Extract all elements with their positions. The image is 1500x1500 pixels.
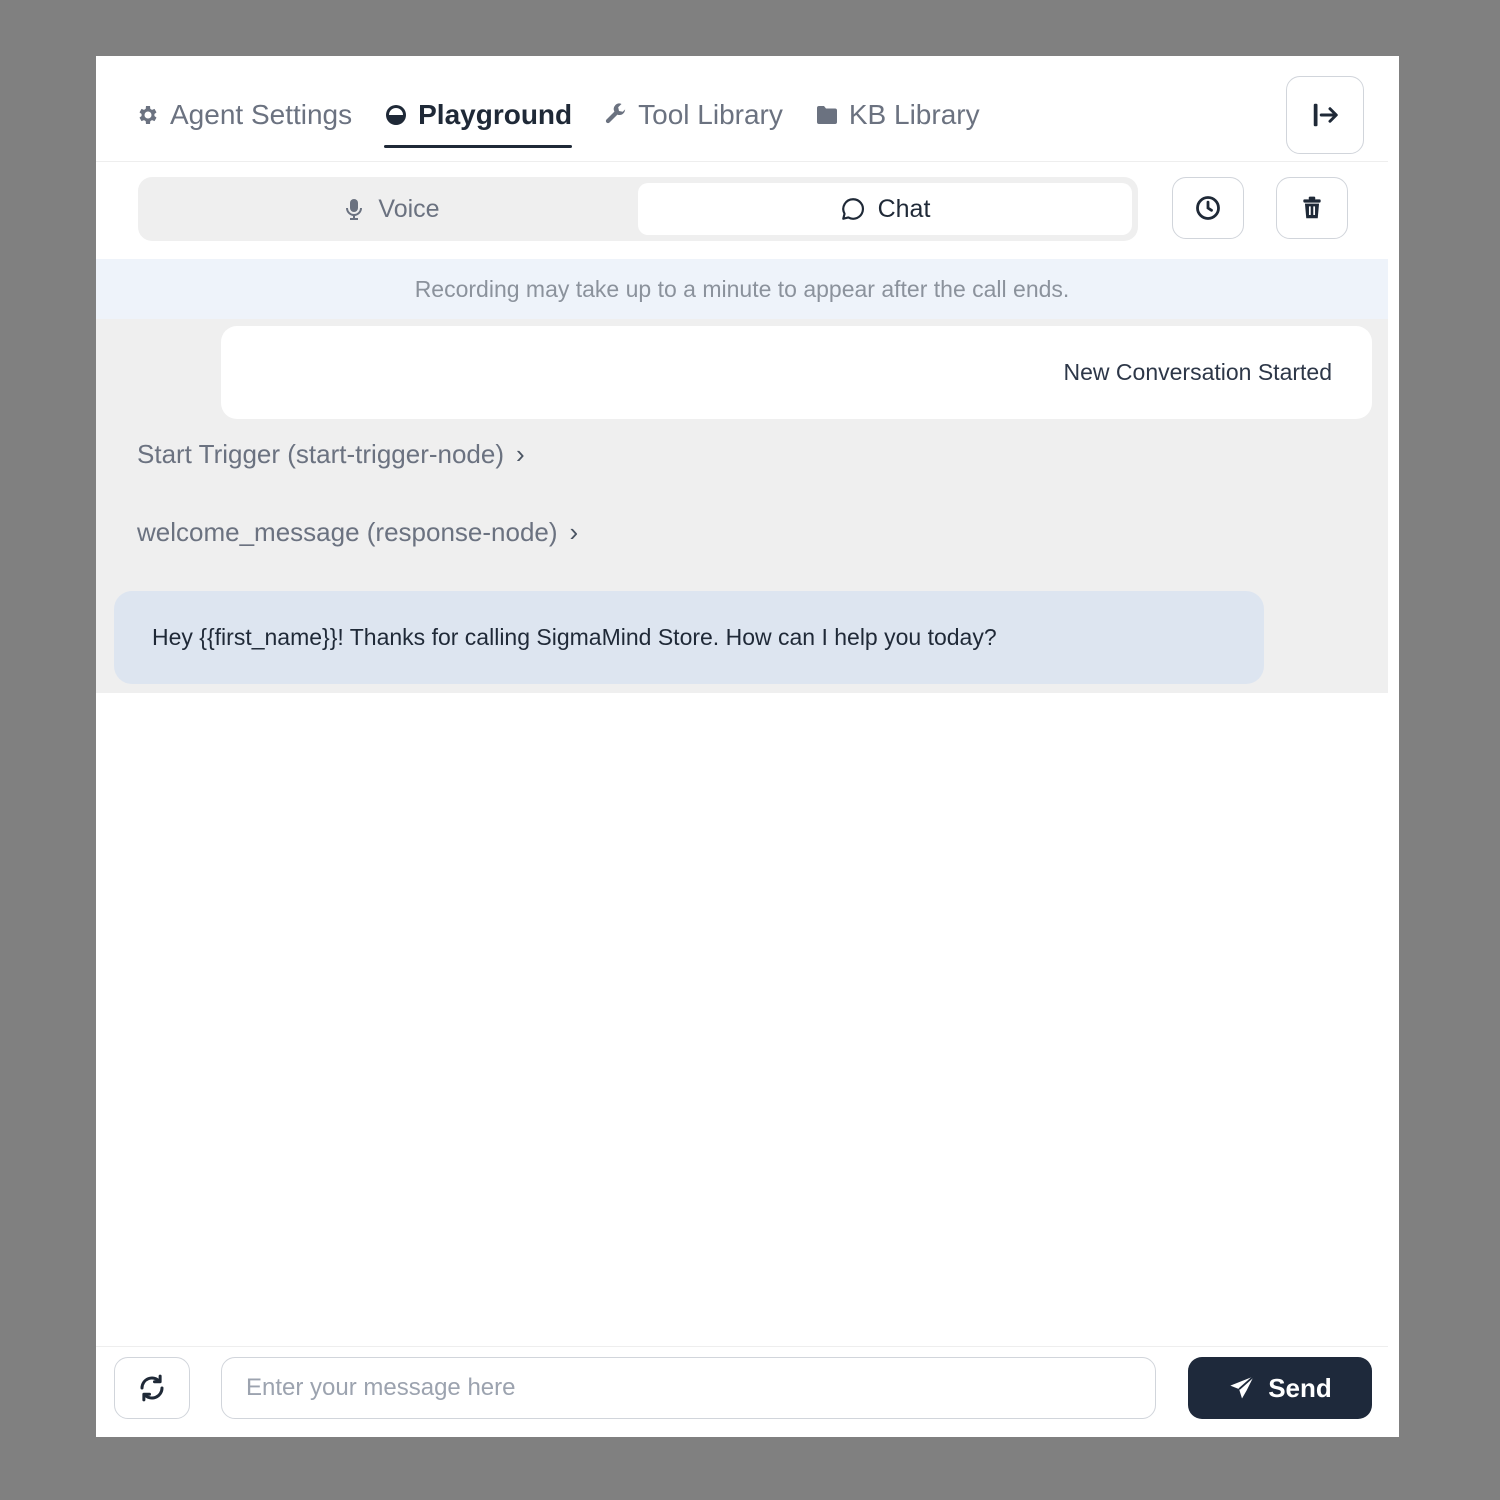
chat-mode-label: Chat: [877, 194, 931, 223]
exit-panel-icon: [1313, 103, 1338, 127]
wrench-icon: [606, 103, 627, 124]
microphone-icon: [346, 199, 363, 220]
agent-message-text: Hey {{first_name}}! Thanks for calling S…: [152, 624, 997, 650]
tab-playground-label: Playground: [418, 99, 573, 130]
node-label: Start Trigger (start-trigger-node): [137, 439, 505, 469]
send-button-label: Send: [1268, 1372, 1332, 1403]
delete-conversation-button[interactable]: [1276, 177, 1348, 239]
voice-mode-button[interactable]: Voice: [144, 183, 638, 235]
mode-bar: Voice Chat: [96, 163, 1388, 259]
history-button[interactable]: [1172, 177, 1244, 239]
message-input[interactable]: [221, 1357, 1156, 1419]
refresh-icon: [140, 1374, 164, 1402]
tab-tool-library-label: Tool Library: [638, 99, 783, 130]
send-button[interactable]: Send: [1188, 1357, 1372, 1419]
chevron-right-icon: ›: [516, 439, 525, 469]
voice-mode-label: Voice: [378, 194, 440, 223]
tab-kb-library-label: KB Library: [848, 99, 980, 130]
tab-agent-settings[interactable]: Agent Settings: [136, 92, 352, 138]
message-composer: Send: [96, 1346, 1388, 1437]
paper-plane-icon: [1230, 1375, 1255, 1399]
node-welcome-message[interactable]: welcome_message (response-node) ›: [137, 517, 578, 548]
node-start-trigger[interactable]: Start Trigger (start-trigger-node) ›: [137, 439, 525, 470]
nav-tabs: Agent Settings Playground Tool Library K…: [136, 92, 980, 148]
recording-notice: Recording may take up to a minute to app…: [96, 259, 1388, 319]
chat-mode-button[interactable]: Chat: [638, 183, 1132, 235]
clock-icon: [1196, 196, 1220, 220]
chevron-right-icon: ›: [569, 517, 579, 547]
gear-icon: [139, 106, 157, 124]
tab-tool-library[interactable]: Tool Library: [604, 92, 783, 138]
playground-icon: [386, 105, 407, 125]
tab-agent-settings-label: Agent Settings: [170, 99, 353, 130]
top-navigation: Agent Settings Playground Tool Library K…: [96, 66, 1388, 162]
tab-playground[interactable]: Playground: [384, 92, 573, 148]
system-message-card: New Conversation Started: [221, 326, 1372, 419]
refresh-button[interactable]: [114, 1357, 190, 1419]
exit-panel-button[interactable]: [1286, 76, 1364, 154]
chat-bubble-icon: [841, 198, 864, 220]
agent-message-bubble: Hey {{first_name}}! Thanks for calling S…: [114, 591, 1264, 684]
folder-icon: [816, 106, 837, 124]
system-message-text: New Conversation Started: [1063, 359, 1332, 385]
playground-panel: Agent Settings Playground Tool Library K…: [96, 56, 1399, 1437]
trash-icon: [1303, 196, 1321, 219]
node-label: welcome_message (response-node): [137, 517, 558, 547]
tab-kb-library[interactable]: KB Library: [815, 92, 980, 138]
mode-toggle: Voice Chat: [138, 177, 1138, 241]
conversation-area: New Conversation Started Start Trigger (…: [96, 319, 1388, 693]
